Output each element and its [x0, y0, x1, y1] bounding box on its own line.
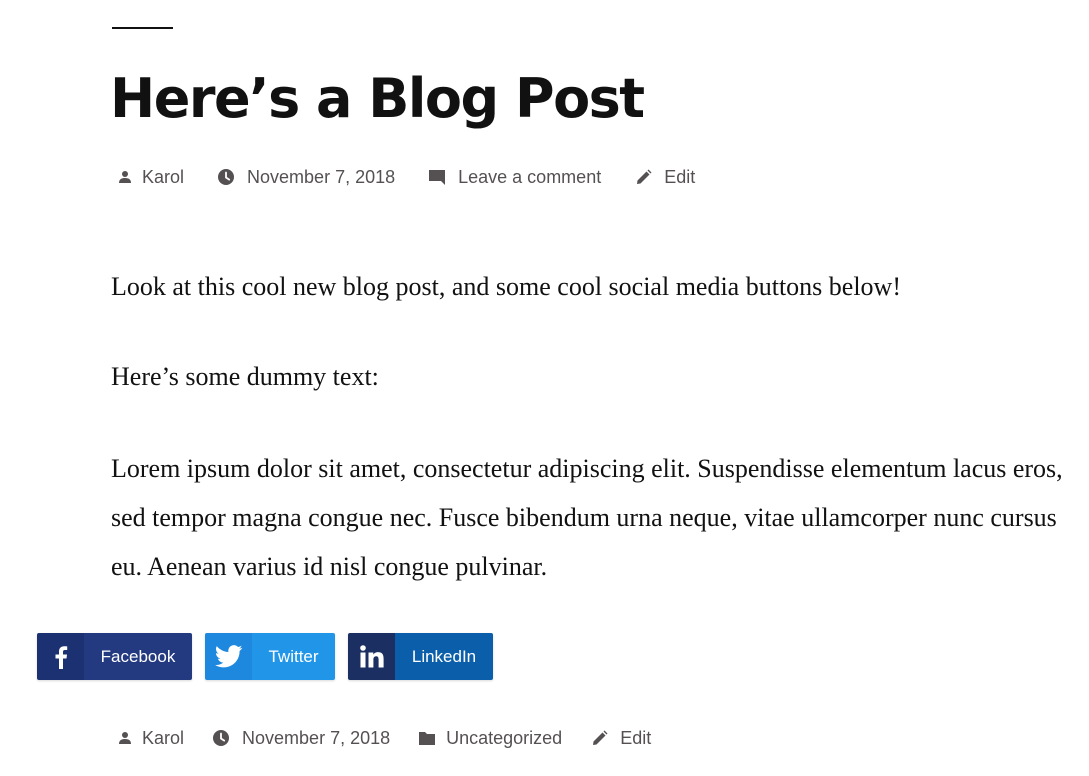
title-divider: [112, 27, 173, 29]
pencil-icon: [634, 168, 652, 186]
post-meta-top: Karol November 7, 2018 Leave a comment E…: [112, 164, 695, 190]
category-meta: Uncategorized: [418, 725, 590, 751]
posted-on: November 7, 2018: [217, 164, 428, 190]
folder-icon: [418, 729, 436, 747]
author-icon: [116, 168, 134, 186]
post-title: Here’s a Blog Post: [110, 67, 645, 130]
comment-meta: Leave a comment: [428, 164, 634, 190]
social-share-buttons: Facebook Twitter LinkedIn: [37, 633, 493, 680]
edit-link[interactable]: Edit: [620, 728, 651, 749]
byline: Karol: [116, 164, 217, 190]
post-meta-bottom: Karol November 7, 2018 Uncategorized Edi…: [112, 725, 651, 751]
posted-on: November 7, 2018: [212, 725, 418, 751]
author-link[interactable]: Karol: [142, 167, 184, 188]
paragraph: Look at this cool new blog post, and som…: [111, 272, 901, 301]
category-link[interactable]: Uncategorized: [446, 728, 562, 749]
twitter-share-button[interactable]: Twitter: [205, 633, 335, 680]
facebook-share-label: Facebook: [84, 633, 192, 680]
paragraph: Here’s some dummy text:: [111, 362, 379, 391]
author-icon: [116, 729, 134, 747]
edit-link[interactable]: Edit: [664, 167, 695, 188]
comment-icon: [428, 168, 446, 186]
date-link[interactable]: November 7, 2018: [247, 167, 395, 188]
pencil-icon: [590, 729, 608, 747]
twitter-share-label: Twitter: [252, 633, 335, 680]
facebook-icon: [37, 633, 84, 680]
linkedin-share-button[interactable]: LinkedIn: [348, 633, 493, 680]
clock-icon: [212, 729, 230, 747]
paragraph: Lorem ipsum dolor sit amet, consectetur …: [111, 454, 1063, 581]
twitter-icon: [205, 633, 252, 680]
linkedin-icon: [348, 633, 395, 680]
clock-icon: [217, 168, 235, 186]
edit-meta: Edit: [634, 164, 695, 190]
byline: Karol: [116, 725, 212, 751]
edit-meta: Edit: [590, 725, 651, 751]
linkedin-share-label: LinkedIn: [395, 633, 493, 680]
date-link[interactable]: November 7, 2018: [242, 728, 390, 749]
leave-comment-link[interactable]: Leave a comment: [458, 167, 601, 188]
author-link[interactable]: Karol: [142, 728, 184, 749]
facebook-share-button[interactable]: Facebook: [37, 633, 192, 680]
